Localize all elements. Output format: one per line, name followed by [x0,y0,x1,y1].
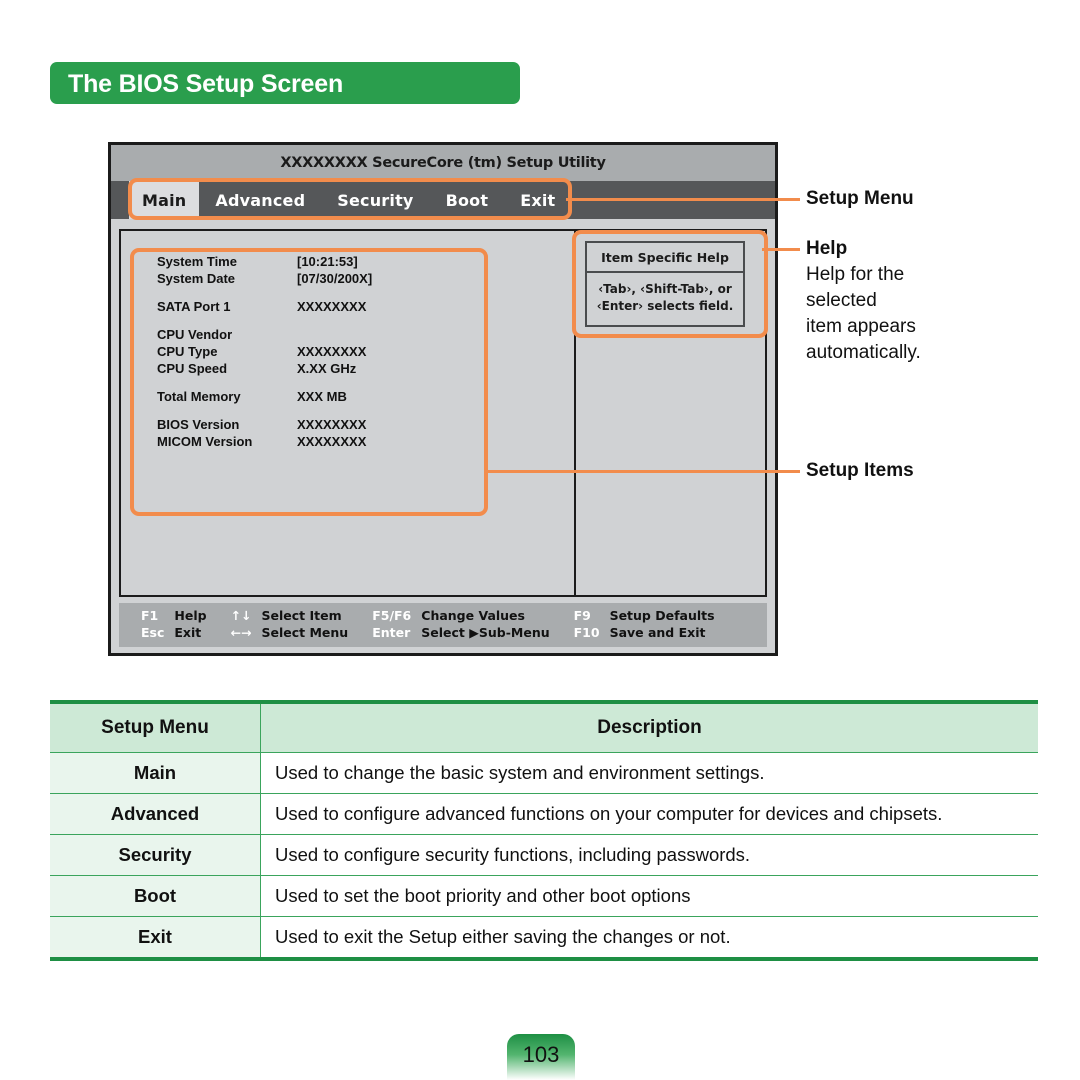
row-desc-main: Used to change the basic system and envi… [260,752,1038,794]
fkey-leftright: ←→ [230,625,252,640]
highlight-setup-items [130,248,488,516]
leader-line-help [762,248,800,251]
leader-line-setup-menu [566,198,800,201]
table-header-row: Setup Menu Description [50,700,1038,753]
fkey-enter: Enter [372,625,411,640]
fkey-updown: ↑↓ [230,608,252,623]
function-key-row: Esc Exit ←→ Select Menu Enter Select ▶Su… [141,624,739,641]
page-title: The BIOS Setup Screen [68,70,344,98]
callout-help: Help [806,238,848,259]
row-desc-advanced: Used to configure advanced functions on … [260,793,1038,835]
header-description: Description [260,700,1038,753]
row-menu-main: Main [50,752,261,794]
fkey-enter-action: Select ▶Sub-Menu [421,625,550,640]
fkey-f9-action: Setup Defaults [609,608,715,623]
table-row: Main Used to change the basic system and… [50,752,1038,794]
callout-setup-items: Setup Items [806,460,914,481]
fkey-esc: Esc [141,625,165,640]
section-banner: The BIOS Setup Screen [50,62,520,104]
row-desc-exit: Used to exit the Setup either saving the… [260,916,1038,961]
fkey-f5f6-action: Change Values [421,608,525,623]
fkey-f5f6: F5/F6 [372,608,412,623]
fkey-f1-action: Help [174,608,207,623]
row-menu-security: Security [50,834,261,876]
header-setup-menu: Setup Menu [50,700,261,753]
bios-title-bar: XXXXXXXX SecureCore (tm) Setup Utility [111,145,775,181]
page-number-badge: 103 [507,1034,575,1080]
fkey-f10: F10 [573,625,600,640]
highlight-help [572,230,768,338]
help-desc-line-4: automatically. [806,342,921,363]
leader-line-setup-items [484,470,800,473]
table-row: Security Used to configure security func… [50,834,1038,876]
function-key-table: F1 Help ↑↓ Select Item F5/F6 Change Valu… [141,607,739,641]
fkey-leftright-action: Select Menu [261,625,349,640]
row-desc-security: Used to configure security functions, in… [260,834,1038,876]
fkey-f1: F1 [141,608,159,623]
help-desc-line-2: selected [806,290,877,311]
fkey-f9: F9 [573,608,591,623]
table-row: Exit Used to exit the Setup either savin… [50,916,1038,961]
highlight-setup-menu [128,178,572,220]
row-desc-boot: Used to set the boot priority and other … [260,875,1038,917]
fkey-f10-action: Save and Exit [609,625,706,640]
help-desc-line-3: item appears [806,316,916,337]
callout-help-description: Help for the selected item appears autom… [806,262,921,366]
fkey-updown-action: Select Item [261,608,342,623]
row-menu-advanced: Advanced [50,793,261,835]
table-row: Advanced Used to configure advanced func… [50,793,1038,835]
setup-menu-description-table: Setup Menu Description Main Used to chan… [50,700,1038,961]
fkey-esc-action: Exit [174,625,202,640]
page-number: 103 [522,1042,560,1067]
function-key-row: F1 Help ↑↓ Select Item F5/F6 Change Valu… [141,607,739,624]
row-menu-boot: Boot [50,875,261,917]
row-menu-exit: Exit [50,916,261,961]
callout-setup-menu: Setup Menu [806,188,914,209]
table-row: Boot Used to set the boot priority and o… [50,875,1038,917]
help-desc-line-1: Help for the [806,264,905,285]
function-key-bar: F1 Help ↑↓ Select Item F5/F6 Change Valu… [119,603,767,647]
